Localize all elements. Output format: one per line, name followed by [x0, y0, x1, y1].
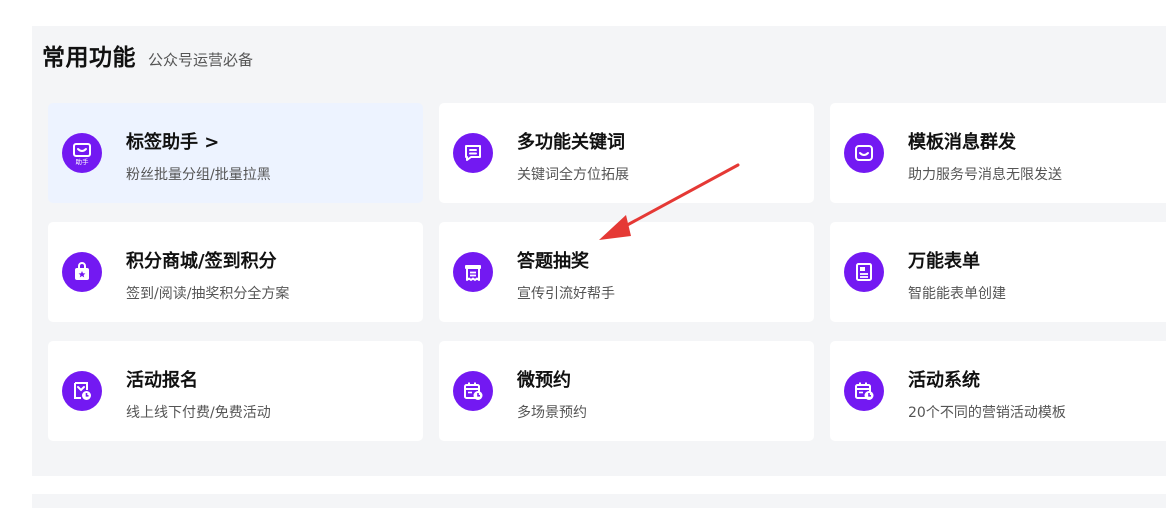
card-event-signup[interactable]: 活动报名 线上线下付费/免费活动 [48, 341, 423, 441]
card-multi-keyword[interactable]: 多功能关键词 关键词全方位拓展 [439, 103, 814, 203]
card-desc: 关键词全方位拓展 [517, 167, 629, 183]
card-title: 万能表单 [908, 251, 980, 272]
card-desc: 助力服务号消息无限发送 [908, 167, 1062, 183]
next-section-panel [32, 494, 1166, 508]
card-desc: 20个不同的营销活动模板 [908, 405, 1066, 421]
card-title: 模板消息群发 [908, 132, 1016, 153]
card-desc: 智能能表单创建 [908, 286, 1006, 302]
card-desc: 多场景预约 [517, 405, 587, 421]
chat-keyword-icon [453, 133, 493, 173]
card-tag-assistant[interactable]: 助手 标签助手 > 粉丝批量分组/批量拉黑 [48, 103, 423, 203]
receipt-printer-icon [453, 252, 493, 292]
message-smile-icon [844, 133, 884, 173]
calendar-clock-icon [844, 371, 884, 411]
card-title: 标签助手 > [126, 132, 220, 153]
card-title: 积分商城/签到积分 [126, 251, 277, 272]
form-document-icon [844, 252, 884, 292]
card-title: 活动系统 [908, 370, 980, 391]
panel-header: 常用功能 公众号运营必备 [42, 38, 253, 72]
card-universal-form[interactable]: 万能表单 智能能表单创建 [830, 222, 1166, 322]
card-desc: 签到/阅读/抽奖积分全方案 [126, 286, 290, 302]
calendar-clock-icon [453, 371, 493, 411]
tag-assistant-badge: 助手 [76, 157, 90, 166]
points-bag-icon [62, 252, 102, 292]
common-functions-panel: 常用功能 公众号运营必备 助手 标签助手 > 粉丝批量分组/批量拉黑 多功能关键… [32, 26, 1166, 476]
card-micro-booking[interactable]: 微预约 多场景预约 [439, 341, 814, 441]
card-points-mall[interactable]: 积分商城/签到积分 签到/阅读/抽奖积分全方案 [48, 222, 423, 322]
card-desc: 粉丝批量分组/批量拉黑 [126, 167, 271, 183]
card-template-message[interactable]: 模板消息群发 助力服务号消息无限发送 [830, 103, 1166, 203]
card-title: 活动报名 [126, 370, 198, 391]
card-quiz-lottery[interactable]: 答题抽奖 宣传引流好帮手 [439, 222, 814, 322]
card-activity-system[interactable]: 活动系统 20个不同的营销活动模板 [830, 341, 1166, 441]
card-title: 微预约 [517, 370, 571, 391]
card-title: 答题抽奖 [517, 251, 589, 272]
section-subtitle: 公众号运营必备 [148, 51, 254, 69]
tag-assistant-icon: 助手 [62, 133, 102, 173]
section-title: 常用功能 [42, 45, 136, 71]
event-signup-icon [62, 371, 102, 411]
card-desc: 宣传引流好帮手 [517, 286, 615, 302]
card-title: 多功能关键词 [517, 132, 625, 153]
card-desc: 线上线下付费/免费活动 [126, 405, 271, 421]
